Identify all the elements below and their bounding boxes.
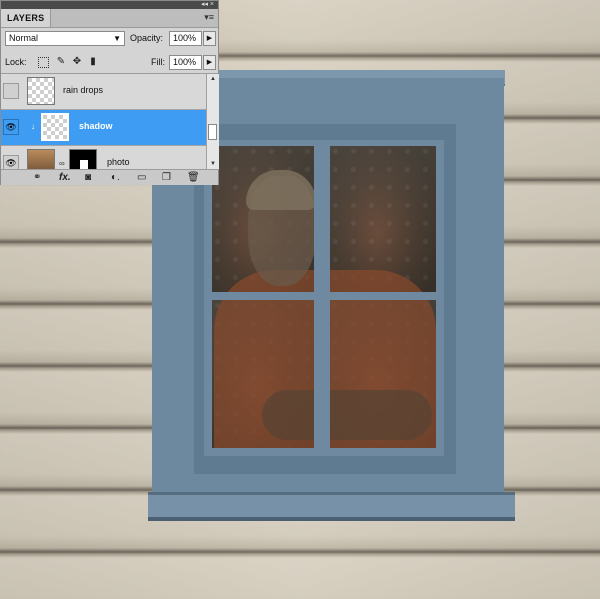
blend-mode-value: Normal	[9, 33, 39, 43]
eye-icon[interactable]: 👁	[3, 155, 19, 169]
fx-icon[interactable]: fx.	[59, 171, 71, 184]
chain-link-icon: ∞	[59, 159, 65, 168]
window-sill	[148, 492, 515, 517]
collapse-close-icons[interactable]: ◂◂ ×	[201, 1, 214, 9]
layer-row-photo[interactable]: 👁 ∞ photo	[1, 146, 206, 169]
layers-panel: ◂◂ × LAYERS ▾≡ Normal ▼ Opacity: 100% ▶ …	[0, 0, 219, 185]
fill-label: Fill:	[151, 57, 165, 67]
scroll-up-icon[interactable]: ▲	[207, 74, 219, 84]
adjustment-icon[interactable]: ◐.	[111, 171, 120, 184]
layer-row-shadow[interactable]: 👁 ↓ shadow	[1, 110, 206, 146]
layers-list: rain drops 👁 ↓ shadow 👁 ∞ photo	[1, 74, 206, 169]
folder-icon[interactable]: ▭	[137, 171, 146, 184]
layer-name: shadow	[79, 121, 113, 131]
scroll-thumb[interactable]	[208, 124, 217, 140]
fill-slider-button[interactable]: ▶	[203, 55, 216, 70]
panel-topbar: ◂◂ ×	[1, 1, 218, 9]
layer-thumbnail	[27, 149, 55, 169]
scroll-down-icon[interactable]: ▼	[207, 159, 219, 169]
move-icon[interactable]: ✥	[71, 56, 83, 68]
fill-input[interactable]: 100%	[169, 55, 202, 70]
lock-icon[interactable]: ▮	[87, 56, 99, 68]
mask-icon[interactable]: ◙	[85, 171, 91, 184]
clipping-arrow-icon: ↓	[31, 122, 35, 131]
chevron-down-icon: ▼	[113, 34, 121, 43]
lock-fill-row: Lock: ✎ ✥ ▮ Fill: 100% ▶	[5, 55, 216, 71]
layers-footer: ⚭ fx. ◙ ◐. ▭ ❐ 🗑	[1, 169, 218, 185]
tab-layers[interactable]: LAYERS	[1, 9, 52, 27]
new-layer-icon[interactable]: ❐	[162, 171, 171, 184]
figure-arms	[262, 390, 432, 440]
lock-transparent-icon[interactable]	[38, 57, 49, 68]
visibility-toggle-empty[interactable]	[3, 83, 19, 99]
trash-icon[interactable]: 🗑	[187, 171, 200, 184]
opacity-input[interactable]: 100%	[169, 31, 202, 46]
layers-scrollbar[interactable]: ▲ ▼	[206, 74, 219, 169]
layer-thumbnail	[27, 77, 55, 105]
brush-icon[interactable]: ✎	[55, 56, 67, 68]
opacity-slider-button[interactable]: ▶	[203, 31, 216, 46]
window-mullion-horizontal	[204, 292, 444, 300]
link-layers-icon[interactable]: ⚭	[33, 171, 41, 184]
layer-mask-thumbnail[interactable]	[69, 149, 97, 169]
panel-tabbar: LAYERS ▾≡	[1, 9, 218, 28]
layer-thumbnail	[41, 113, 69, 141]
blend-opacity-row: Normal ▼ Opacity: 100% ▶	[5, 31, 216, 47]
eye-icon[interactable]: 👁	[3, 119, 19, 135]
layer-row-rain-drops[interactable]: rain drops	[1, 74, 206, 110]
layer-name: photo	[107, 157, 130, 167]
opacity-label: Opacity:	[130, 33, 164, 43]
blend-mode-select[interactable]: Normal ▼	[5, 31, 125, 46]
lock-label: Lock:	[5, 57, 27, 67]
layer-name: rain drops	[63, 85, 104, 95]
panel-menu-icon[interactable]: ▾≡	[204, 12, 214, 23]
